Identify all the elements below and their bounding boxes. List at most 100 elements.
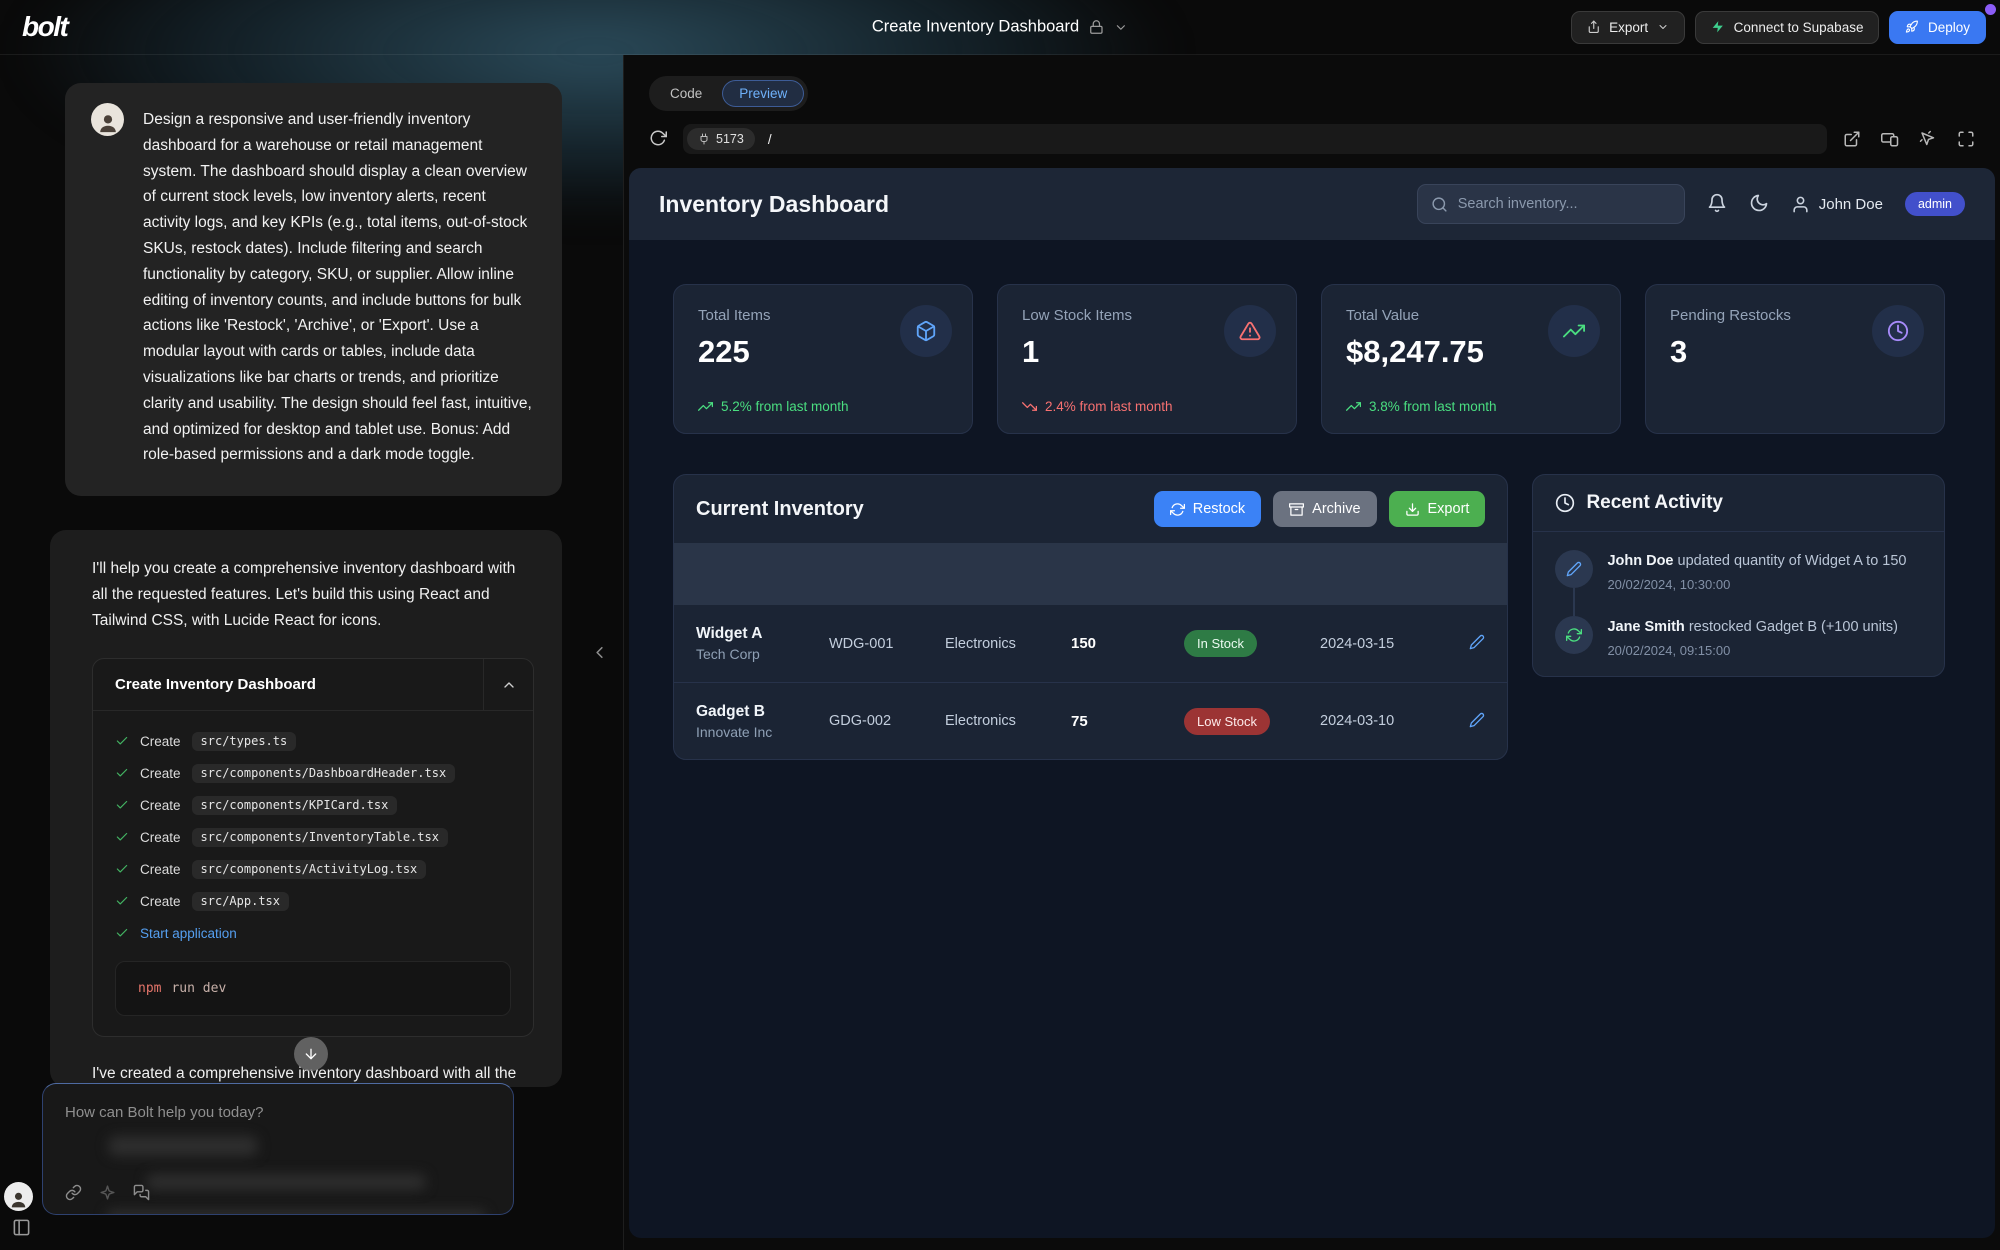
- preview-panel: Code Preview 5173 /: [623, 55, 2000, 1250]
- check-icon: [115, 766, 129, 780]
- activity-text: updated quantity of Widget A to 150: [1678, 553, 1907, 569]
- attach-link-icon[interactable]: [65, 1184, 82, 1201]
- quantity-cell[interactable]: 75: [1071, 713, 1184, 730]
- step-file-path: src/types.ts: [192, 732, 297, 751]
- tab-code[interactable]: Code: [653, 80, 719, 107]
- kpi-card: Low Stock Items 1 2.4% from last month: [997, 284, 1297, 434]
- search-input[interactable]: Search inventory...: [1417, 184, 1685, 224]
- step-file-path: src/components/ActivityLog.tsx: [192, 860, 427, 879]
- responsive-devices-icon[interactable]: [1881, 130, 1899, 148]
- export-button[interactable]: Export: [1571, 11, 1686, 44]
- scroll-to-bottom-button[interactable]: [294, 1037, 328, 1071]
- sku-cell: GDG-002: [829, 713, 945, 729]
- arrow-down-icon: [303, 1046, 319, 1062]
- workflow-step[interactable]: Start application: [115, 917, 511, 949]
- kpi-icon: [1872, 305, 1924, 357]
- notifications-button[interactable]: [1707, 193, 1727, 216]
- topbar: bolt Create Inventory Dashboard Export C…: [0, 0, 2000, 55]
- user-menu[interactable]: John Doe: [1791, 195, 1883, 214]
- port-pill[interactable]: 5173: [687, 128, 755, 150]
- chevron-up-icon: [501, 677, 517, 693]
- sidebar-toggle-button[interactable]: [10, 1218, 32, 1240]
- workflow-step: Create src/App.tsx: [115, 885, 511, 917]
- activity-title: Recent Activity: [1586, 492, 1723, 514]
- open-in-new-tab-icon[interactable]: [1843, 130, 1861, 148]
- connect-supabase-button[interactable]: Connect to Supabase: [1695, 11, 1879, 44]
- check-icon: [115, 862, 129, 876]
- quantity-cell[interactable]: 150: [1071, 635, 1184, 652]
- user-message-text: Design a responsive and user-friendly in…: [143, 107, 536, 468]
- fullscreen-icon[interactable]: [1957, 130, 1975, 148]
- address-bar[interactable]: 5173 /: [683, 124, 1827, 154]
- inventory-header: Current Inventory Restock Archive Export: [674, 475, 1507, 543]
- user-message: Design a responsive and user-friendly in…: [65, 83, 562, 496]
- person-icon: [9, 1190, 28, 1209]
- workflow-header: Create Inventory Dashboard: [93, 659, 533, 711]
- table-row: Gadget B Innovate Inc GDG-002 Electronic…: [674, 682, 1507, 759]
- preview-controls: [1843, 130, 1975, 148]
- chat-collapse-handle[interactable]: [590, 643, 609, 665]
- trend-icon: [1346, 399, 1361, 414]
- status-cell: In Stock: [1184, 630, 1320, 657]
- next-restock-cell: 2024-03-10: [1320, 713, 1451, 729]
- project-title: Create Inventory Dashboard: [872, 18, 1079, 37]
- blurred-suggestion: [106, 1210, 486, 1215]
- chat-input[interactable]: How can Bolt help you today?: [42, 1083, 514, 1215]
- step-label: Create: [140, 734, 181, 749]
- deploy-button[interactable]: Deploy: [1889, 11, 1986, 44]
- kpi-row: Total Items 225 5.2% from last month Low…: [673, 284, 1945, 434]
- chevron-left-icon: [590, 643, 609, 662]
- kpi-trend: 2.4% from last month: [1022, 399, 1173, 414]
- topbar-actions: Export Connect to Supabase Deploy: [1571, 11, 1986, 44]
- person-icon: [97, 112, 119, 134]
- edit-row-button[interactable]: [1469, 634, 1485, 653]
- product-cell: Gadget B Innovate Inc: [696, 703, 829, 740]
- bolt-logo: bolt: [22, 11, 67, 43]
- notification-dot: [1985, 4, 1996, 15]
- bulk-action-button[interactable]: Restock: [1154, 491, 1261, 527]
- enhance-prompt-icon[interactable]: [99, 1184, 116, 1201]
- tab-preview[interactable]: Preview: [722, 80, 804, 107]
- step-label: Create: [140, 766, 181, 781]
- activity-card: Recent Activity John Doe updated quantit…: [1532, 474, 1945, 677]
- reload-icon: [649, 129, 667, 147]
- activity-text: restocked Gadget B (+100 units): [1689, 619, 1898, 635]
- assistant-intro: I'll help you create a comprehensive inv…: [92, 556, 534, 634]
- app-title: Inventory Dashboard: [659, 191, 889, 218]
- bolt-workspace: bolt Create Inventory Dashboard Export C…: [0, 0, 2000, 1250]
- workflow-step: Create src/components/DashboardHeader.ts…: [115, 757, 511, 789]
- step-file-path: src/components/KPICard.tsx: [192, 796, 398, 815]
- activity-header: Recent Activity: [1533, 475, 1944, 532]
- step-file-path: src/components/DashboardHeader.tsx: [192, 764, 456, 783]
- workflow-step: Create src/components/KPICard.tsx: [115, 789, 511, 821]
- view-tabs: Code Preview: [649, 76, 2000, 111]
- search-icon: [1431, 196, 1448, 213]
- check-icon: [115, 734, 129, 748]
- workflow-step: Create src/components/InventoryTable.tsx: [115, 821, 511, 853]
- button-icon: [1405, 502, 1420, 517]
- kpi-trend: 3.8% from last month: [1346, 399, 1497, 414]
- step-label: Create: [140, 862, 181, 877]
- content-panels: Current Inventory Restock Archive Export…: [673, 474, 1945, 760]
- bulk-action-button[interactable]: Archive: [1273, 491, 1376, 527]
- inventory-title: Current Inventory: [696, 498, 1154, 521]
- trend-icon: [1022, 399, 1037, 414]
- profile-avatar[interactable]: [4, 1182, 33, 1211]
- activity-icon: [1555, 616, 1593, 654]
- inspect-cursor-icon[interactable]: [1919, 130, 1937, 148]
- app-header: Inventory Dashboard Search inventory...: [629, 168, 1995, 240]
- reload-button[interactable]: [649, 129, 667, 150]
- activity-item: John Doe updated quantity of Widget A to…: [1555, 550, 1922, 616]
- bell-icon: [1707, 193, 1727, 213]
- edit-row-button[interactable]: [1469, 712, 1485, 731]
- pencil-icon: [1469, 634, 1485, 650]
- app-body: Total Items 225 5.2% from last month Low…: [629, 240, 1995, 1238]
- bulk-action-button[interactable]: Export: [1389, 491, 1486, 527]
- discuss-mode-icon[interactable]: [133, 1184, 150, 1201]
- workflow-collapse-button[interactable]: [483, 659, 533, 710]
- project-title-menu[interactable]: Create Inventory Dashboard: [872, 18, 1128, 37]
- table-body: Widget A Tech Corp WDG-001 Electronics 1…: [674, 605, 1507, 759]
- step-label: Create: [140, 798, 181, 813]
- dark-mode-toggle[interactable]: [1749, 193, 1769, 216]
- app-preview-frame: Inventory Dashboard Search inventory...: [629, 168, 1995, 1238]
